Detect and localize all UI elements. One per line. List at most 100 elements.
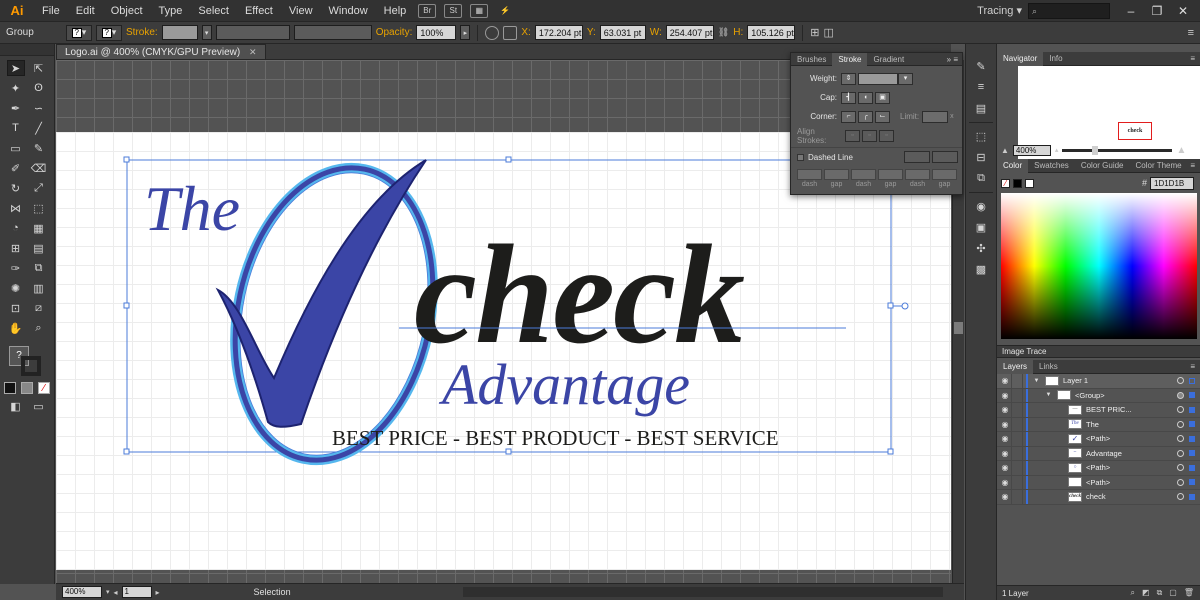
slice-tool-icon[interactable]: ⧄: [30, 300, 48, 316]
selection-indicator[interactable]: [1189, 421, 1195, 428]
minimize-button[interactable]: –: [1120, 3, 1142, 19]
column-graph-tool-icon[interactable]: ▥: [30, 280, 48, 296]
weight-field[interactable]: [858, 72, 898, 85]
preserve-dash-button[interactable]: [904, 151, 930, 163]
visibility-eye-icon[interactable]: ◉: [999, 391, 1011, 400]
layer-name[interactable]: BEST PRIC...: [1086, 405, 1132, 414]
h-field[interactable]: 105.126 pt: [747, 25, 796, 40]
perspective-grid-tool-icon[interactable]: ▦: [30, 220, 48, 236]
stroke-color-picker[interactable]: ? ▾: [96, 24, 122, 41]
symbol-sprayer-tool-icon[interactable]: ✺: [7, 280, 25, 296]
target-icon[interactable]: [1177, 377, 1184, 385]
round-cap-button[interactable]: ◖: [858, 91, 873, 104]
selection-indicator[interactable]: [1189, 377, 1195, 384]
layer-name[interactable]: <Path>: [1086, 463, 1110, 472]
color-mode-icon[interactable]: [4, 382, 16, 394]
selection-indicator[interactable]: [1189, 464, 1195, 471]
restore-button[interactable]: ❐: [1146, 3, 1168, 19]
direct-selection-tool-icon[interactable]: ⇱: [30, 60, 48, 76]
align-panel-icon[interactable]: ⊟: [971, 149, 991, 165]
align-inside-button[interactable]: ▫: [862, 129, 877, 142]
selection-indicator[interactable]: [1189, 479, 1195, 486]
bridge-icon[interactable]: Br: [418, 3, 437, 18]
lock-toggle[interactable]: [1011, 446, 1023, 460]
fill-stroke-swatches[interactable]: ?: [7, 344, 47, 376]
lock-toggle[interactable]: [1011, 388, 1023, 402]
pathfinder-panel-icon[interactable]: ⧉: [971, 170, 991, 186]
w-field[interactable]: 254.407 pt: [665, 25, 714, 40]
layer-row[interactable]: ◉ ▼ <Group>: [997, 388, 1200, 403]
lock-toggle[interactable]: [1011, 417, 1023, 431]
rectangle-tool-icon[interactable]: ▭: [7, 140, 25, 156]
fill-color-picker[interactable]: ? ▾: [66, 24, 92, 41]
stroke-label[interactable]: Stroke:: [126, 27, 158, 38]
tab-color[interactable]: Color: [997, 158, 1029, 173]
gap-field-1[interactable]: [824, 169, 849, 180]
hex-field[interactable]: 1D1D1B: [1150, 176, 1194, 190]
magic-wand-tool-icon[interactable]: ✦: [7, 80, 25, 96]
close-tab-icon[interactable]: ✕: [249, 47, 257, 57]
layer-row[interactable]: ◉ ▼ Layer 1: [997, 374, 1200, 389]
expand-triangle-icon[interactable]: ▼: [1032, 378, 1041, 384]
arrange-documents-icon[interactable]: ▦: [470, 3, 489, 18]
clipping-mask-icon[interactable]: ◩: [1142, 588, 1150, 598]
panel-menu-icon[interactable]: » ≡: [947, 55, 962, 64]
round-join-button[interactable]: ╭: [858, 110, 873, 123]
lock-toggle[interactable]: [1011, 374, 1023, 388]
target-icon[interactable]: [1177, 449, 1184, 457]
zoom-field[interactable]: 400%: [62, 586, 102, 598]
stroke-weight-dropdown[interactable]: ▾: [201, 25, 212, 40]
shape-builder-tool-icon[interactable]: ◔: [7, 220, 25, 236]
lock-toggle[interactable]: [1011, 461, 1023, 475]
horizontal-scrollbar[interactable]: [463, 587, 943, 597]
menu-view[interactable]: View: [281, 0, 321, 22]
visibility-eye-icon[interactable]: ◉: [999, 478, 1011, 487]
lock-toggle[interactable]: [1011, 432, 1023, 446]
color-spectrum[interactable]: [1001, 193, 1197, 339]
lock-toggle[interactable]: [1011, 490, 1023, 504]
width-tool-icon[interactable]: ⋈: [7, 200, 25, 216]
lock-toggle[interactable]: [1011, 475, 1023, 489]
vertical-scroll-thumb[interactable]: [954, 322, 963, 334]
navigator-zoom-field[interactable]: 400%: [1012, 144, 1051, 156]
bevel-join-button[interactable]: ⌙: [875, 110, 890, 123]
menu-edit[interactable]: Edit: [68, 0, 103, 22]
tab-links[interactable]: Links: [1033, 360, 1064, 374]
tab-color-theme[interactable]: Color Theme: [1130, 159, 1188, 173]
none-swatch-icon[interactable]: ⁄: [1001, 178, 1010, 188]
layer-name[interactable]: The: [1086, 420, 1099, 429]
selection-tool-icon[interactable]: ➤: [6, 60, 25, 76]
gap-field-2[interactable]: [878, 169, 903, 180]
panel-menu-icon[interactable]: ≡: [1190, 362, 1200, 371]
layer-name[interactable]: <Path>: [1086, 478, 1110, 487]
stroke-weight-field[interactable]: [161, 25, 198, 40]
opacity-dropdown[interactable]: ▸: [460, 25, 471, 40]
menu-type[interactable]: Type: [151, 0, 191, 22]
opacity-field[interactable]: 100%: [416, 25, 457, 40]
tab-gradient[interactable]: Gradient: [867, 53, 910, 66]
eyedropper-tool-icon[interactable]: ✑: [7, 260, 25, 276]
screen-mode-icon[interactable]: ▭: [30, 398, 48, 414]
lock-toggle[interactable]: [1011, 403, 1023, 417]
visibility-eye-icon[interactable]: ◉: [999, 434, 1011, 443]
layer-row[interactable]: ◉ ○ <Path>: [997, 461, 1200, 476]
paintbrush-tool-icon[interactable]: ✎: [30, 140, 48, 156]
menu-select[interactable]: Select: [190, 0, 237, 22]
zoom-in-mountain-icon[interactable]: ▲: [1176, 145, 1186, 156]
selection-indicator[interactable]: [1189, 493, 1195, 500]
visibility-eye-icon[interactable]: ◉: [999, 376, 1011, 385]
opacity-label[interactable]: Opacity:: [376, 27, 413, 38]
tab-swatches[interactable]: Swatches: [1028, 159, 1075, 173]
line-tool-icon[interactable]: ╱: [30, 120, 48, 136]
menu-window[interactable]: Window: [321, 0, 376, 22]
recolor-artwork-icon[interactable]: [485, 25, 500, 40]
rotate-tool-icon[interactable]: ↻: [7, 180, 25, 196]
dash-field-2[interactable]: [851, 169, 876, 180]
tab-navigator[interactable]: Navigator: [997, 51, 1044, 66]
libraries-panel-icon[interactable]: ▩: [971, 261, 991, 277]
layer-name[interactable]: check: [1086, 492, 1106, 501]
tools-grip[interactable]: [0, 44, 54, 56]
visibility-eye-icon[interactable]: ◉: [999, 449, 1011, 458]
panel-menu-icon[interactable]: ≡: [1190, 54, 1200, 63]
control-menu-icon[interactable]: ≡: [1188, 27, 1194, 39]
